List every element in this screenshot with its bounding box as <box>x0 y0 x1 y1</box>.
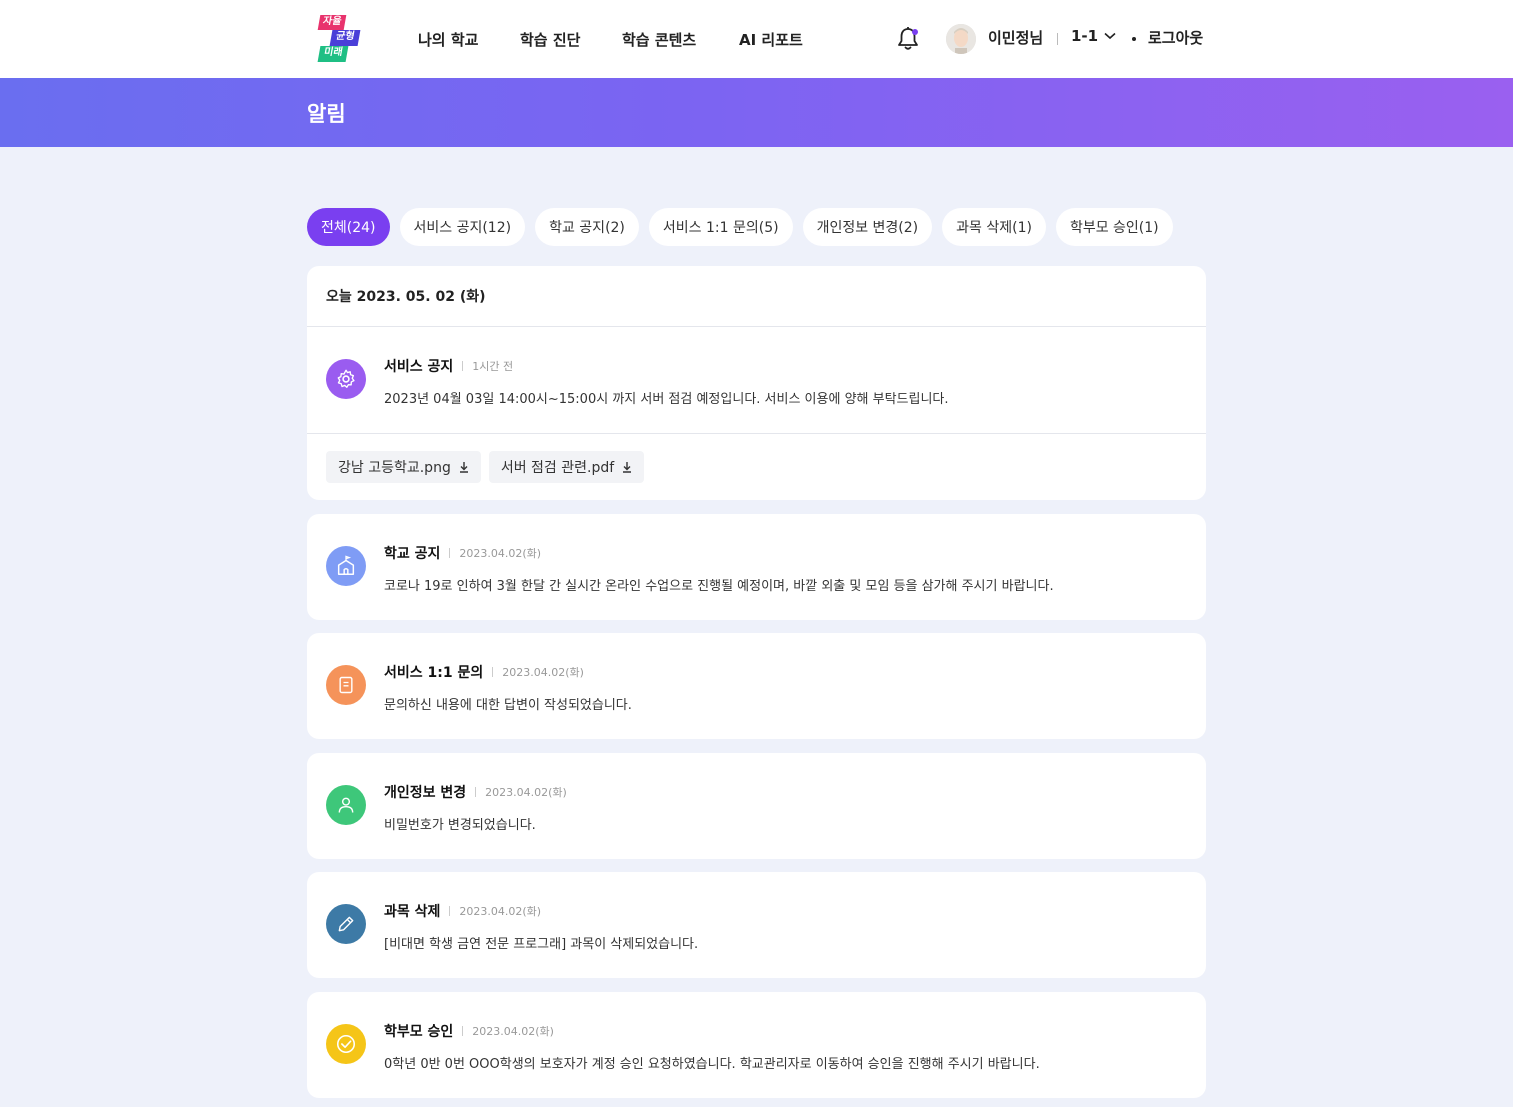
notice-heading: 학교 공지 2023.04.02(화) <box>384 543 541 563</box>
nav-label: 나의 학교 <box>418 30 479 49</box>
attachment-name: 강남 고등학교.png <box>338 459 451 476</box>
notice-card[interactable]: 과목 삭제 2023.04.02(화) [비대면 학생 금연 전문 프로그래] … <box>307 872 1206 978</box>
attachment-file[interactable]: 강남 고등학교.png <box>326 450 481 483</box>
check-circle-icon <box>326 1024 366 1064</box>
notice-heading: 개인정보 변경 2023.04.02(화) <box>384 782 567 802</box>
notice-body: 0학년 0반 0번 OOO학생의 보호자가 계정 승인 요청하였습니다. 학교관… <box>384 1057 1040 1072</box>
logo-line-1: 자율 <box>317 15 347 30</box>
notice-item[interactable]: 학교 공지 2023.04.02(화) 코로나 19로 인하여 3월 한달 간 … <box>307 514 1206 620</box>
site-logo[interactable]: 자율 균형 미래 <box>317 15 363 63</box>
attachment-list: 강남 고등학교.png 서버 점검 관련.pdf <box>307 433 1206 499</box>
document-icon <box>326 665 366 705</box>
notice-body: 2023년 04월 03일 14:00시~15:00시 까지 서버 점검 예정입… <box>384 392 949 407</box>
page-banner: 알림 <box>0 78 1513 147</box>
attachment-file[interactable]: 서버 점검 관련.pdf <box>488 450 645 483</box>
notice-card[interactable]: 개인정보 변경 2023.04.02(화) 비밀번호가 변경되었습니다. <box>307 753 1206 859</box>
notice-title: 서비스 공지 <box>384 359 454 375</box>
notice-item[interactable]: 서비스 1:1 문의 2023.04.02(화) 문의하신 내용에 대한 답변이… <box>307 633 1206 739</box>
nav-learning-content[interactable]: 학습 콘텐츠 <box>622 0 696 78</box>
notice-heading: 과목 삭제 2023.04.02(화) <box>384 901 541 921</box>
nav-label: 학습 진단 <box>520 30 581 49</box>
school-icon <box>326 546 366 586</box>
filter-service-notice[interactable]: 서비스 공지(12) <box>399 208 526 246</box>
top-header: 자율 균형 미래 나의 학교 학습 진단 학습 콘텐츠 AI 리포트 이민정님 … <box>0 0 1513 78</box>
user-name: 이민정님 <box>988 29 1044 47</box>
avatar[interactable] <box>946 24 976 54</box>
notice-item[interactable]: 학부모 승인 2023.04.02(화) 0학년 0반 0번 OOO학생의 보호… <box>307 992 1206 1098</box>
notice-body: 문의하신 내용에 대한 답변이 작성되었습니다. <box>384 698 632 713</box>
filter-privacy-change[interactable]: 개인정보 변경(2) <box>802 208 933 246</box>
class-selector[interactable]: 1-1 <box>1071 27 1116 45</box>
notice-card[interactable]: 학교 공지 2023.04.02(화) 코로나 19로 인하여 3월 한달 간 … <box>307 514 1206 620</box>
divider <box>462 361 464 371</box>
filter-school-notice[interactable]: 학교 공지(2) <box>535 208 639 246</box>
user-icon <box>326 785 366 825</box>
nav-my-school[interactable]: 나의 학교 <box>418 0 478 78</box>
nav-label: 학습 콘텐츠 <box>622 30 697 49</box>
divider <box>449 906 451 916</box>
filter-tabs: 전체(24) 서비스 공지(12) 학교 공지(2) 서비스 1:1 문의(5)… <box>307 208 1173 246</box>
attachment-name: 서버 점검 관련.pdf <box>500 459 615 476</box>
download-icon <box>623 461 632 473</box>
filter-service-inquiry[interactable]: 서비스 1:1 문의(5) <box>648 208 793 246</box>
notice-card[interactable]: 학부모 승인 2023.04.02(화) 0학년 0반 0번 OOO학생의 보호… <box>307 992 1206 1098</box>
notice-time: 2023.04.02(화) <box>459 905 542 918</box>
bell-icon[interactable] <box>896 26 920 52</box>
notice-time: 2023.04.02(화) <box>502 666 584 679</box>
notice-time: 1시간 전 <box>472 360 514 373</box>
notice-card[interactable]: 서비스 1:1 문의 2023.04.02(화) 문의하신 내용에 대한 답변이… <box>307 633 1206 739</box>
divider <box>462 1026 464 1036</box>
logo-line-3: 미래 <box>317 46 349 62</box>
bullet-dot <box>1132 37 1136 41</box>
notice-body: 비밀번호가 변경되었습니다. <box>384 818 536 833</box>
divider <box>449 548 451 558</box>
today-date: 오늘 2023. 05. 02 (화) <box>307 266 1206 327</box>
nav-label: AI 리포트 <box>739 30 803 49</box>
filter-all[interactable]: 전체(24) <box>307 208 390 246</box>
pencil-icon <box>326 904 366 944</box>
logout-button[interactable]: 로그아웃 <box>1148 27 1203 48</box>
gear-icon <box>326 359 366 399</box>
notice-card: 오늘 2023. 05. 02 (화) 서비스 공지 1시간 전 2023년 0… <box>307 266 1206 500</box>
notice-title: 과목 삭제 <box>384 904 441 920</box>
notice-heading: 서비스 1:1 문의 2023.04.02(화) <box>384 662 584 682</box>
notice-item[interactable]: 서비스 공지 1시간 전 2023년 04월 03일 14:00시~15:00시… <box>307 327 1206 433</box>
notice-title: 학부모 승인 <box>384 1024 454 1040</box>
logo-line-2: 균형 <box>329 30 361 46</box>
download-icon <box>459 461 468 473</box>
notice-title: 학교 공지 <box>384 546 441 562</box>
divider <box>492 667 494 677</box>
notice-item[interactable]: 과목 삭제 2023.04.02(화) [비대면 학생 금연 전문 프로그래] … <box>307 872 1206 978</box>
notice-title: 서비스 1:1 문의 <box>384 665 484 681</box>
notice-item[interactable]: 개인정보 변경 2023.04.02(화) 비밀번호가 변경되었습니다. <box>307 753 1206 859</box>
notice-heading: 학부모 승인 2023.04.02(화) <box>384 1021 554 1041</box>
notice-time: 2023.04.02(화) <box>472 1025 554 1038</box>
nav-learning-diagnosis[interactable]: 학습 진단 <box>520 0 580 78</box>
chevron-down-icon <box>1104 32 1116 40</box>
divider <box>1057 33 1058 45</box>
divider <box>475 787 477 797</box>
page-title: 알림 <box>307 102 346 126</box>
notice-title: 개인정보 변경 <box>384 785 467 801</box>
notice-body: 코로나 19로 인하여 3월 한달 간 실시간 온라인 수업으로 진행될 예정이… <box>384 579 1054 594</box>
notice-time: 2023.04.02(화) <box>485 786 567 799</box>
filter-parent-approval[interactable]: 학부모 승인(1) <box>1055 208 1173 246</box>
notice-body: [비대면 학생 금연 전문 프로그래] 과목이 삭제되었습니다. <box>384 937 699 952</box>
notice-time: 2023.04.02(화) <box>459 547 542 560</box>
class-label: 1-1 <box>1071 27 1099 45</box>
notice-heading: 서비스 공지 1시간 전 <box>384 356 513 376</box>
nav-ai-report[interactable]: AI 리포트 <box>739 0 803 78</box>
filter-subject-delete[interactable]: 과목 삭제(1) <box>942 208 1046 246</box>
